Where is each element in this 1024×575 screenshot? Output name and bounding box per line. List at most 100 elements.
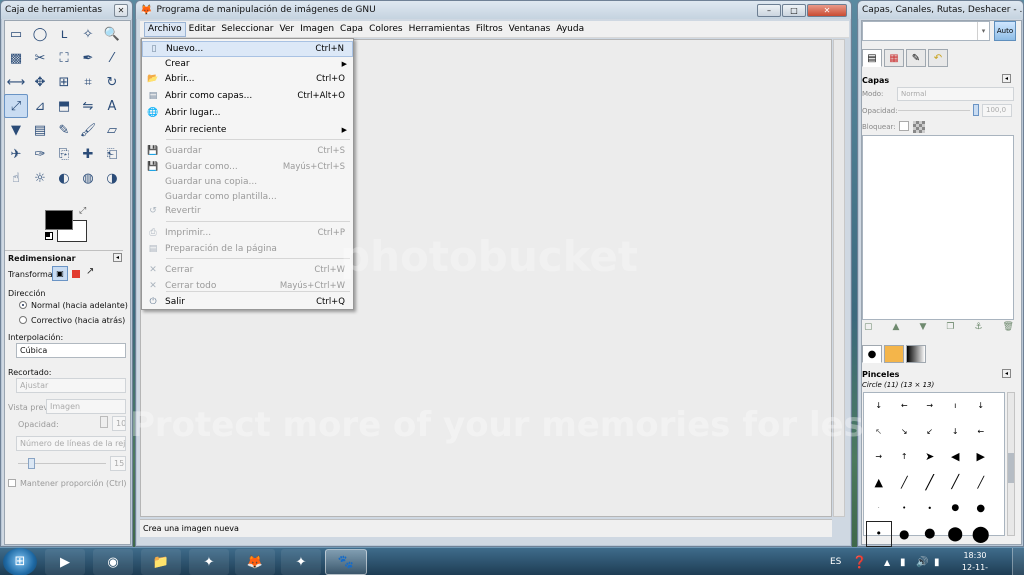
language-indicator[interactable]: ES [830, 548, 841, 575]
transform-selection-icon[interactable] [72, 270, 80, 278]
brushes-tab-icon[interactable]: ● [862, 345, 882, 363]
ink-tool-icon[interactable]: ✑ [28, 142, 52, 166]
brush-item[interactable]: ↘ [892, 419, 918, 445]
file-menu-item[interactable]: Guardar una copia... [142, 174, 353, 190]
channels-tab-icon[interactable]: ▦ [884, 49, 904, 67]
file-menu-item[interactable]: 📂 Abrir... Ctrl+O [142, 71, 353, 87]
brushes-menu-icon[interactable]: ◂ [1002, 369, 1011, 378]
new-layer-icon[interactable]: ▢ [864, 322, 873, 332]
scissors-tool-icon[interactable]: ✂ [28, 46, 52, 70]
layers-menu-icon[interactable]: ◂ [1002, 74, 1011, 83]
brush-item[interactable]: ╱ [943, 470, 969, 496]
heal-tool-icon[interactable]: ✚ [76, 142, 100, 166]
brush-item[interactable]: → [866, 444, 892, 470]
brush-item[interactable]: ↑ [892, 444, 918, 470]
brush-item[interactable]: ↓ [943, 419, 969, 445]
brush-item[interactable]: ◀ [943, 444, 969, 470]
tool-options-menu-icon[interactable]: ◂ [113, 253, 122, 262]
lock-pixels-checkbox[interactable] [899, 121, 909, 131]
menu-editar[interactable]: Editar [186, 24, 219, 34]
brush-item[interactable]: ╱ [892, 470, 918, 496]
menu-imagen[interactable]: Imagen [297, 24, 337, 34]
menu-herramientas[interactable]: Herramientas [406, 24, 473, 34]
dodge-tool-icon[interactable]: ◑ [100, 166, 124, 190]
gradients-tab-icon[interactable] [906, 345, 926, 363]
brush-item[interactable]: • [892, 495, 918, 521]
grid-field[interactable]: 15 [110, 456, 126, 471]
brush-item[interactable]: ⬤ [968, 521, 994, 547]
firefox-icon[interactable]: 🦊 [235, 549, 275, 575]
menu-colores[interactable]: Colores [366, 24, 406, 34]
raise-layer-icon[interactable]: ▲ [893, 322, 900, 332]
duplicate-layer-icon[interactable]: ❐ [946, 322, 954, 332]
move-tool-icon[interactable]: ✥ [28, 70, 52, 94]
keep-aspect-checkbox[interactable]: Mantener proporción (Ctrl) [8, 479, 127, 488]
image-selector[interactable]: ▾ [862, 21, 990, 41]
free-select-tool-icon[interactable]: ʟ [52, 22, 76, 46]
menu-seleccionar[interactable]: Seleccionar [218, 24, 276, 34]
convolve-tool-icon[interactable]: ◐ [52, 166, 76, 190]
menu-capa[interactable]: Capa [337, 24, 366, 34]
volume-icon[interactable]: 🔊 [916, 548, 928, 575]
brush-item[interactable]: • [917, 495, 943, 521]
interpolation-select[interactable]: Cúbica [16, 343, 126, 358]
measure-tool-icon[interactable]: ⟷ [4, 70, 28, 94]
flip-tool-icon[interactable]: ⇋ [76, 94, 100, 118]
main-titlebar[interactable]: 🦊 Programa de manipulación de imágenes d… [136, 1, 851, 19]
guides-select[interactable]: Número de líneas de la rejilla [16, 436, 126, 451]
tray-arrow-icon[interactable]: ▲ [884, 548, 890, 575]
layers-list[interactable] [862, 135, 1014, 320]
brush-item[interactable]: ← [892, 393, 918, 419]
chrome-icon[interactable]: ◉ [93, 549, 133, 575]
swap-colors-icon[interactable]: ⤢ [79, 206, 86, 216]
clone-tool-icon[interactable]: ⎘ [52, 142, 76, 166]
brush-item[interactable]: • [866, 520, 892, 547]
menu-archivo[interactable]: Archivo [144, 21, 186, 37]
file-menu-item[interactable]: 💾 Guardar como... Mayús+Ctrl+S [142, 159, 353, 175]
transform-layer-icon[interactable]: ▣ [52, 266, 68, 281]
brush-item[interactable]: ı [943, 393, 969, 419]
text-tool-icon[interactable]: A [100, 94, 124, 118]
pencil-tool-icon[interactable]: ✎ [52, 118, 76, 142]
auto-button[interactable]: Auto [994, 21, 1016, 41]
toolbox-close-button[interactable]: ✕ [114, 3, 128, 17]
brush-item[interactable]: ● [917, 521, 943, 547]
airbrush-tool-icon[interactable]: ✈ [4, 142, 28, 166]
brush-item[interactable]: ↓ [866, 393, 892, 419]
dodge-burn-tool-icon[interactable]: ☼ [28, 166, 52, 190]
clock[interactable]: 18:30 12-11-2012 [952, 550, 998, 575]
undo-tab-icon[interactable]: ↶ [928, 49, 948, 67]
toolbox-titlebar[interactable]: Caja de herramientas ✕ [1, 1, 132, 19]
gimp-task-icon[interactable]: 🐾 [325, 549, 367, 575]
transform-path-icon[interactable]: ↗ [86, 266, 94, 277]
bucket-fill-tool-icon[interactable]: ▼ [4, 118, 28, 142]
direction-normal-radio[interactable]: Normal (hacia adelante) [19, 301, 136, 310]
menu-ventanas[interactable]: Ventanas [506, 24, 554, 34]
scrollbar-thumb[interactable] [1008, 453, 1014, 483]
brush-scrollbar[interactable] [1007, 392, 1015, 536]
dock-titlebar[interactable]: Capas, Canales, Rutas, Deshacer - ... ✕ [858, 1, 1023, 19]
default-colors-icon[interactable] [45, 232, 53, 240]
paths-tab-icon[interactable]: ✎ [906, 49, 926, 67]
clipping-select[interactable]: Ajustar [16, 378, 126, 393]
grid-slider-handle[interactable] [28, 458, 35, 469]
blend-tool-icon[interactable]: ▤ [28, 118, 52, 142]
menu-ver[interactable]: Ver [276, 24, 297, 34]
layers-tab-icon[interactable]: ▤ [862, 49, 882, 67]
delete-layer-icon[interactable]: 🗑 [1003, 322, 1014, 332]
explorer-icon[interactable]: 📁 [141, 549, 181, 575]
power-icon[interactable]: ▮ [900, 548, 906, 575]
file-menu-item[interactable]: Crear ▶ [142, 56, 353, 72]
brush-item[interactable]: ↓ [968, 393, 994, 419]
file-menu-item[interactable]: ▤ Preparación de la página [142, 241, 353, 257]
direction-corrective-radio[interactable]: Correctivo (hacia atrás) [19, 316, 136, 325]
fuzzy-select-tool-icon[interactable]: ✧ [76, 22, 100, 46]
file-menu-item[interactable]: ▯ Nuevo... Ctrl+N [142, 41, 353, 57]
opacity-slider-handle[interactable] [100, 416, 108, 428]
smudge-tool-icon[interactable]: ☝ [4, 166, 28, 190]
brush-item[interactable]: ▲ [866, 470, 892, 496]
help-icon[interactable]: ❓ [852, 548, 867, 575]
brush-item[interactable]: ● [892, 521, 918, 547]
network-icon[interactable]: ▮ [934, 548, 940, 575]
file-menu-item[interactable]: ▤ Abrir como capas... Ctrl+Alt+O [142, 88, 353, 104]
